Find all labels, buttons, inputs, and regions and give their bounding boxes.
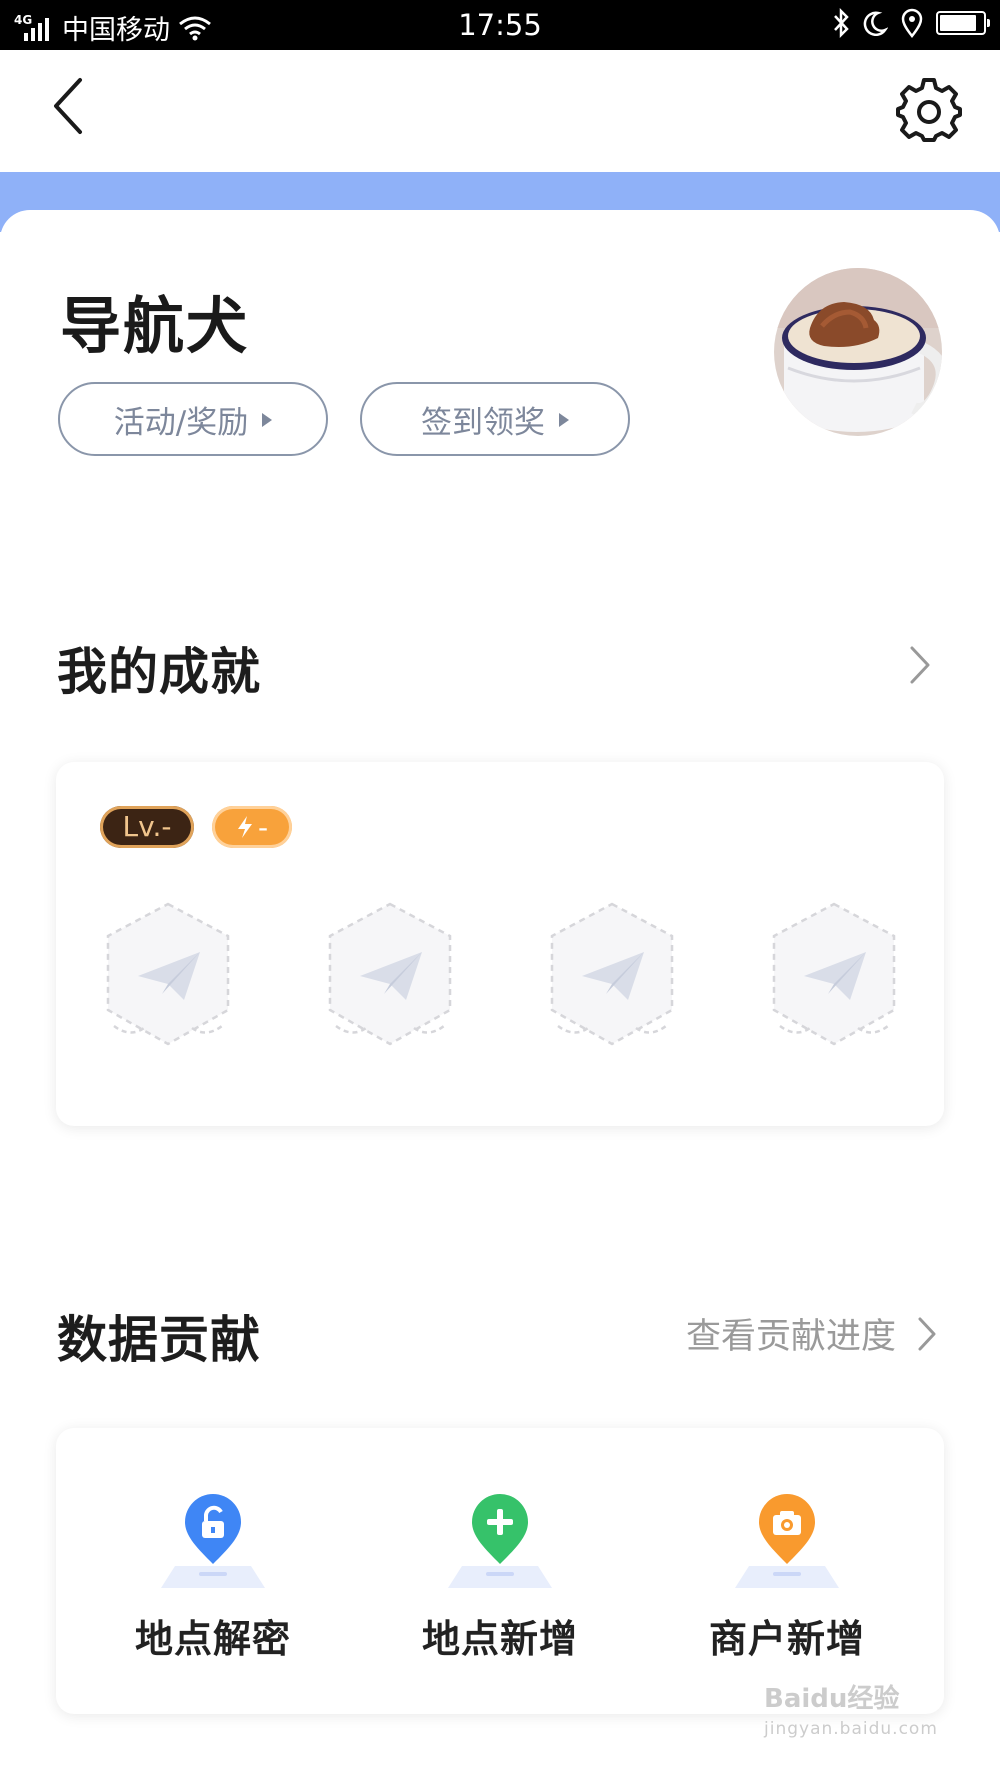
paper-plane-icon [328, 902, 452, 1046]
gear-icon [896, 78, 962, 142]
status-bar: 4G 中国移动 17:55 [0, 0, 1000, 50]
place-add-button[interactable]: 地点新增 [375, 1488, 625, 1708]
top-nav-bar [0, 50, 1000, 172]
lightning-icon [237, 816, 252, 838]
view-contribution-progress-link[interactable]: 查看贡献进度 [686, 1308, 940, 1359]
watermark-url: jingyan.baidu.com [764, 1719, 938, 1739]
back-button[interactable] [46, 74, 96, 138]
paper-plane-icon [772, 902, 896, 1046]
chevron-right-icon [910, 646, 930, 684]
checkin-reward-button[interactable]: 签到领奖 [360, 382, 630, 456]
achievements-more-button[interactable] [900, 640, 940, 690]
play-arrow-icon [559, 413, 569, 427]
contribution-title: 数据贡献 [57, 1311, 261, 1369]
locked-achievement-medal[interactable] [766, 898, 902, 1050]
achievements-title: 我的成就 [57, 643, 261, 701]
username: 导航犬 [60, 291, 250, 362]
place-add-label: 地点新增 [421, 1617, 578, 1661]
paper-plane-icon [550, 902, 674, 1046]
activity-rewards-label: 活动/奖励 [113, 404, 249, 441]
watermark-brand: Baidu经验 [764, 1684, 900, 1714]
locked-achievement-medal[interactable] [100, 898, 236, 1050]
chevron-right-icon [918, 1317, 936, 1350]
play-arrow-icon [262, 413, 273, 427]
contribution-card: 地点解密 地点新增 商户新增 [56, 1428, 944, 1714]
bluetooth-icon [834, 8, 849, 38]
watermark: Baidu经验 jingyan.baidu.com [764, 1684, 938, 1744]
moon-icon [863, 11, 888, 36]
avatar[interactable] [774, 268, 942, 436]
activity-rewards-button[interactable]: 活动/奖励 [58, 382, 328, 456]
paper-plane-icon [106, 902, 230, 1046]
locked-achievement-medal[interactable] [544, 898, 680, 1050]
checkin-reward-label: 签到领奖 [421, 404, 545, 441]
locked-achievement-medal[interactable] [322, 898, 458, 1050]
camera-pin-icon [735, 1494, 839, 1588]
unlock-pin-icon [161, 1494, 265, 1588]
location-icon [901, 8, 923, 38]
battery-icon [936, 11, 990, 35]
plus-pin-icon [448, 1494, 552, 1588]
energy-badge: - [212, 806, 292, 848]
merchant-add-label: 商户新增 [708, 1617, 865, 1661]
energy-value: - [257, 810, 269, 844]
coffee-cup-avatar [774, 268, 942, 436]
level-badge: Lv.- [100, 806, 194, 848]
place-unlock-button[interactable]: 地点解密 [88, 1488, 338, 1708]
progress-link-label: 查看贡献进度 [685, 1317, 896, 1357]
place-unlock-label: 地点解密 [134, 1617, 291, 1661]
merchant-add-button[interactable]: 商户新增 [662, 1488, 912, 1708]
chevron-left-icon [54, 78, 82, 134]
settings-button[interactable] [896, 76, 962, 142]
achievements-card[interactable]: Lv.- - [56, 762, 944, 1126]
